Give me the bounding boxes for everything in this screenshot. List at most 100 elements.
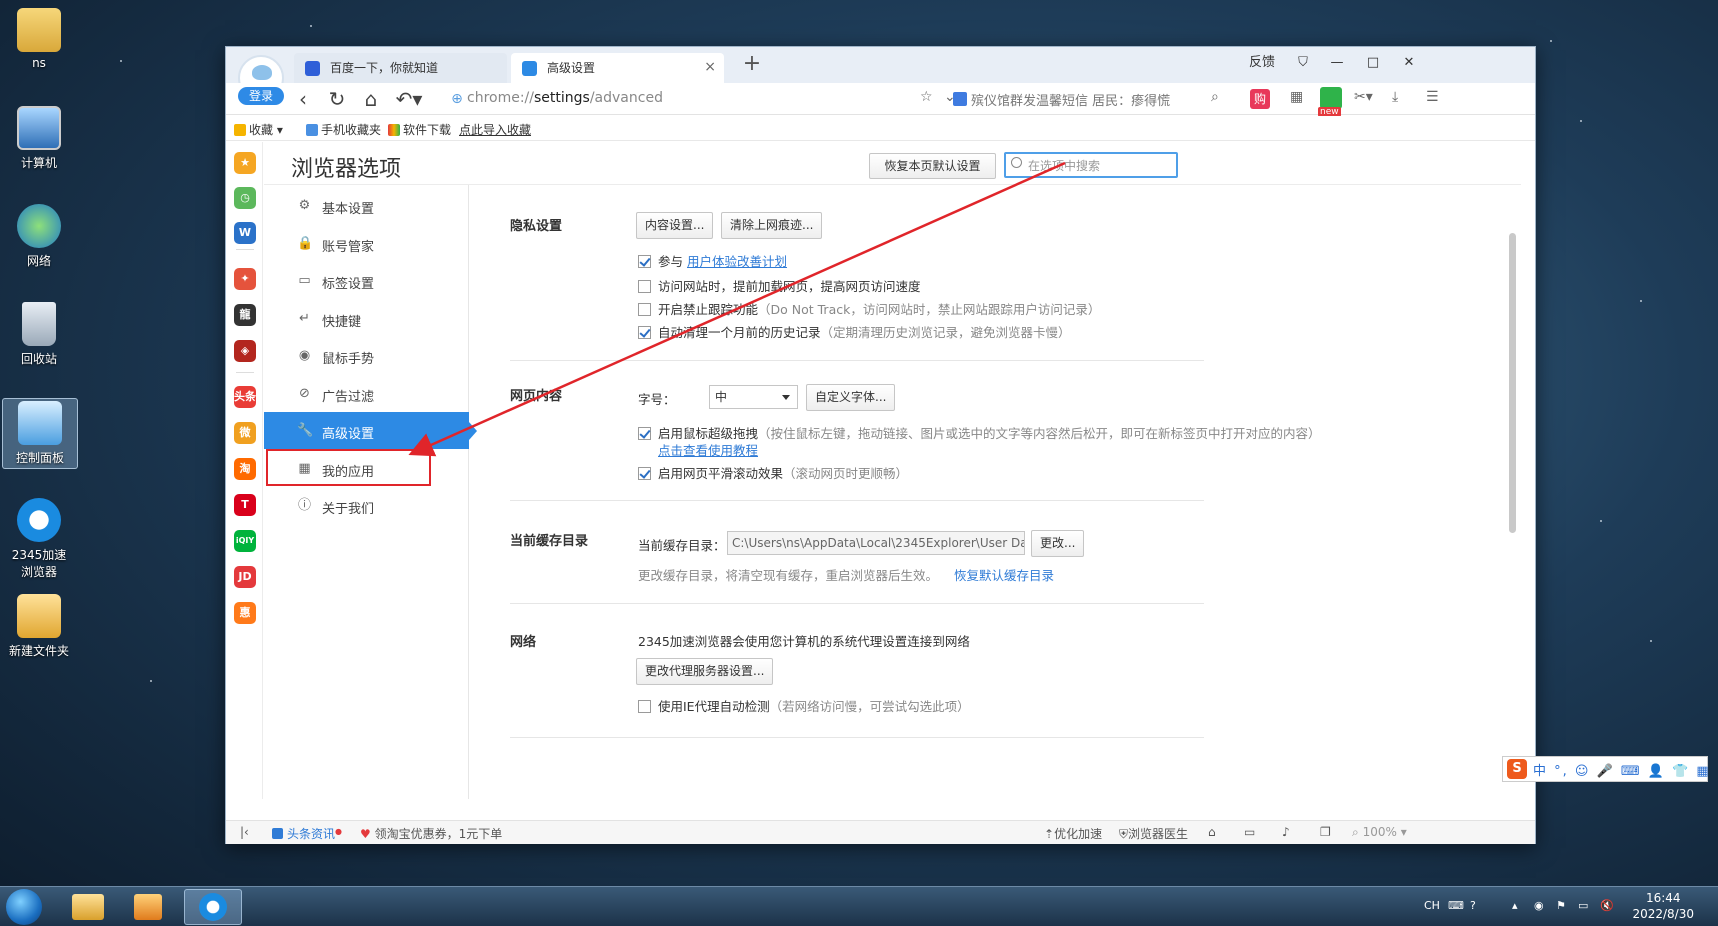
reload-icon[interactable]: ↻ (324, 86, 350, 112)
tab-advanced-settings[interactable]: 高级设置 × (511, 53, 724, 83)
apps-grid-icon[interactable]: ▦ (1290, 89, 1303, 105)
download-icon[interactable]: ⤓ (1392, 89, 1398, 105)
explorer-taskbar-icon[interactable] (62, 889, 114, 925)
restore-defaults-button[interactable]: 恢复本页默认设置 (869, 153, 996, 179)
privacy-option-dnt[interactable]: 开启禁止跟踪功能（Do Not Track，访问网站时，禁止网站跟踪用户访问记录… (638, 299, 1100, 318)
bookmark-software[interactable]: 软件下载 (388, 121, 451, 138)
settings-search-input[interactable]: 在选项中搜索 (1004, 152, 1178, 178)
font-size-select[interactable]: 中 (709, 385, 798, 409)
game-app-2-icon[interactable]: 龍 (234, 304, 256, 326)
desktop-icon-ns[interactable]: ns (6, 8, 72, 70)
desktop-icon-computer[interactable]: 计算机 (6, 106, 72, 171)
clock[interactable]: 16:44 2022/8/30 (1632, 890, 1694, 922)
favorites-app-icon[interactable]: ★ (234, 152, 256, 174)
maximize-button[interactable]: □ (1358, 53, 1388, 73)
checkbox[interactable] (638, 467, 651, 480)
browser-doctor-button[interactable]: ⛨浏览器医生 (1119, 825, 1188, 842)
game-app-1-icon[interactable]: ✦ (234, 268, 256, 290)
optimize-button[interactable]: ⇡优化加速 (1044, 825, 1102, 842)
skin-shirt-icon[interactable]: ⛉ (1292, 53, 1314, 73)
checkbox[interactable] (638, 427, 651, 440)
taobao-app-icon[interactable]: 淘 (234, 458, 256, 480)
nav-item-0[interactable]: ⚙ 基本设置 (264, 187, 469, 224)
scrollbar[interactable] (1509, 233, 1516, 533)
nav-item-4[interactable]: ◉ 鼠标手势 (264, 337, 469, 374)
tutorial-link[interactable]: 点击查看使用教程 (658, 443, 758, 458)
url-input[interactable]: chrome://settings/advanced (467, 90, 663, 106)
jd-app-icon[interactable]: JD (234, 566, 256, 588)
desktop-icon-recycle-bin[interactable]: 回收站 (6, 302, 72, 367)
checkbox[interactable] (638, 326, 651, 339)
feedback-button[interactable]: 反馈 (1242, 53, 1282, 73)
new-tab-button[interactable]: + (740, 53, 764, 77)
browser-taskbar-icon[interactable] (184, 889, 242, 925)
coupon-item[interactable]: ♥ 领淘宝优惠券，1元下单 (360, 825, 502, 842)
menu-icon[interactable]: ☰ (1426, 89, 1439, 105)
volume-mute-icon[interactable]: 🔇 (1600, 899, 1614, 912)
custom-font-button[interactable]: 自定义字体... (806, 384, 896, 411)
keyboard-icon[interactable]: ⌨ (1448, 899, 1464, 912)
bookmark-mobile[interactable]: 手机收藏夹 (306, 121, 381, 138)
network-tray-icon[interactable]: ▭ (1578, 899, 1588, 912)
back-arrow-icon[interactable]: ‹ (290, 86, 316, 112)
close-tab-icon[interactable]: × (704, 59, 716, 75)
ime-toolbar[interactable]: S 中 °, ☺ 🎤 ⌨ 👤 👕 ▦ (1502, 756, 1711, 782)
tmall-app-icon[interactable]: T (234, 494, 256, 516)
nav-item-2[interactable]: ▭ 标签设置 (264, 262, 469, 299)
bookmark-favorites[interactable]: 收藏 ▾ (234, 121, 283, 138)
iqiyi-app-icon[interactable]: iQIY (234, 530, 256, 552)
checkbox[interactable] (638, 303, 651, 316)
search-icon[interactable]: ⌕ (1211, 89, 1219, 105)
content-settings-button[interactable]: 内容设置... (636, 212, 714, 239)
nav-item-3[interactable]: ↵ 快捷键 (264, 300, 469, 337)
privacy-option-ux[interactable]: 参与 用户体验改善计划 (638, 251, 787, 270)
nav-item-7[interactable]: ▦ 我的应用 (264, 450, 469, 487)
ux-plan-link[interactable]: 用户体验改善计划 (687, 254, 787, 269)
desktop-icon-new-folder[interactable]: 新建文件夹 (6, 594, 72, 659)
toolbox-icon[interactable]: ⌂ (1208, 825, 1216, 839)
browser-tray-icon[interactable]: ◉ (1534, 899, 1544, 912)
flag-icon[interactable]: ⚑ (1556, 899, 1566, 912)
home-icon[interactable]: ⌂ (358, 86, 384, 112)
search-engine-icon[interactable] (953, 92, 967, 106)
clear-history-button[interactable]: 清除上网痕迹... (721, 212, 823, 239)
ime-tools[interactable]: 中 °, ☺ 🎤 ⌨ 👤 👕 ▦ (1533, 764, 1711, 779)
word-app-icon[interactable]: W (234, 222, 256, 244)
login-button[interactable]: 登录 (238, 87, 284, 105)
proxy-settings-button[interactable]: 更改代理服务器设置... (636, 658, 774, 685)
language-indicator[interactable]: CH (1424, 899, 1440, 912)
desktop-icon-2345-browser[interactable]: 2345加速浏览器 (6, 498, 72, 580)
window-mode-icon[interactable]: ❐ (1320, 825, 1331, 839)
news-item[interactable]: 头条资讯● (272, 825, 342, 842)
help-icon[interactable]: ? (1470, 899, 1476, 912)
collapse-sidebar-icon[interactable]: |‹ (240, 825, 249, 839)
tray-expand-icon[interactable]: ▴ (1512, 899, 1518, 912)
undo-close-icon[interactable]: ↶▾ (392, 86, 426, 112)
checkbox[interactable] (638, 280, 651, 293)
start-button[interactable] (6, 889, 42, 925)
scissors-screenshot-icon[interactable]: ✂▾ (1354, 89, 1373, 105)
change-cache-button[interactable]: 更改... (1031, 530, 1085, 557)
volume-icon[interactable]: ♪ (1282, 825, 1290, 839)
desktop-icon-control-panel[interactable]: 控制面板 (2, 398, 78, 469)
bookmark-star-icon[interactable]: ☆ (920, 89, 933, 105)
nav-item-1[interactable]: 🔒 账号管家 (264, 225, 469, 262)
desktop-icon-network[interactable]: 网络 (6, 204, 72, 269)
bookmark-import[interactable]: 点此导入收藏 (459, 121, 531, 138)
tab-baidu[interactable]: 百度一下，你就知道 (294, 53, 507, 83)
nav-item-8[interactable]: ⓘ 关于我们 (264, 487, 469, 524)
checkbox[interactable] (638, 700, 651, 713)
restore-cache-link[interactable]: 恢复默认缓存目录 (954, 568, 1054, 583)
history-app-icon[interactable]: ◷ (234, 187, 256, 209)
privacy-option-preload[interactable]: 访问网站时，提前加载网页，提高网页访问速度 (638, 276, 921, 295)
network-option-ie-proxy[interactable]: 使用IE代理自动检测（若网络访问慢，可尝试勾选此项） (638, 696, 970, 715)
cache-path-field[interactable]: C:\Users\ns\AppData\Local\2345Explorer\U… (727, 531, 1025, 555)
web-option-smooth-scroll[interactable]: 启用网页平滑滚动效果（滚动网页时更顺畅） (638, 463, 908, 482)
checkbox[interactable] (638, 255, 651, 268)
ad-block-icon[interactable]: ▭ (1244, 825, 1255, 839)
privacy-option-autoclean[interactable]: 自动清理一个月前的历史记录（定期清理历史浏览记录，避免浏览器卡慢） (638, 322, 1071, 341)
nav-item-5[interactable]: ⊘ 广告过滤 (264, 375, 469, 412)
close-window-button[interactable]: ✕ (1394, 53, 1424, 73)
shop-app-icon[interactable]: 惠 (234, 602, 256, 624)
shopping-icon[interactable]: 购 (1250, 89, 1270, 109)
